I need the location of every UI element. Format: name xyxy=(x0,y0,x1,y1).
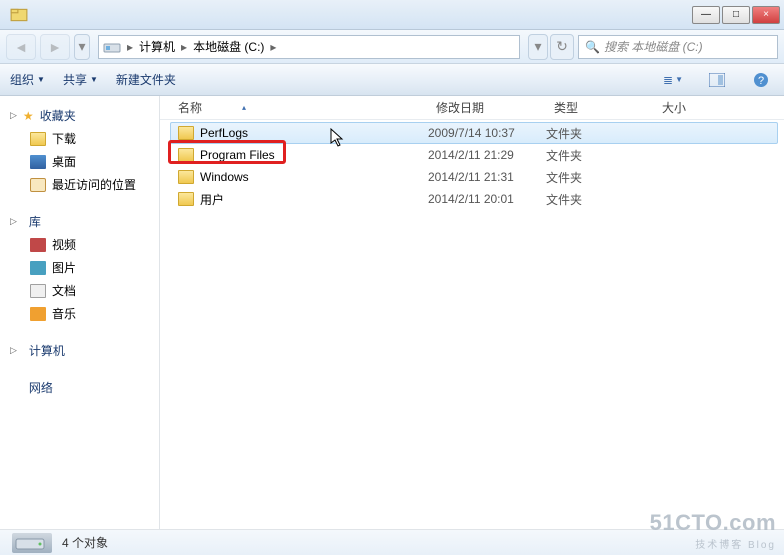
file-row-perflogs[interactable]: PerfLogs 2009/7/14 10:37 文件夹 xyxy=(170,122,778,144)
folder-icon xyxy=(178,126,194,140)
svg-text:?: ? xyxy=(758,75,764,87)
address-dropdown[interactable]: ▾ xyxy=(528,34,548,60)
help-icon: ? xyxy=(753,72,769,88)
folder-icon xyxy=(178,170,194,184)
navigation-bar: ◄ ► ▾ ▸ 计算机 ▸ 本地磁盘 (C:) ▸ ▾ ↻ 🔍 搜索 本地磁盘 … xyxy=(0,30,784,64)
star-icon: ★ xyxy=(23,109,34,123)
minimize-button[interactable]: — xyxy=(692,6,720,24)
refresh-button[interactable]: ↻ xyxy=(550,34,574,60)
help-button[interactable]: ? xyxy=(748,69,774,91)
status-count: 4 个对象 xyxy=(62,534,108,551)
new-folder-button[interactable]: 新建文件夹 xyxy=(116,71,176,88)
folder-icon xyxy=(30,132,46,146)
preview-pane-button[interactable] xyxy=(704,69,730,91)
column-header-name[interactable]: 名称▴ xyxy=(170,99,428,116)
folder-icon xyxy=(178,192,194,206)
maximize-button[interactable]: □ xyxy=(722,6,750,24)
toolbar: 组织▼ 共享▼ 新建文件夹 ≣▼ ? xyxy=(0,64,784,96)
expand-arrow-icon: ▷ xyxy=(10,110,17,121)
expand-arrow-icon: ▷ xyxy=(10,345,17,356)
sidebar-library[interactable]: ▷ 库 xyxy=(4,210,155,233)
column-header-date[interactable]: 修改日期 xyxy=(428,99,546,116)
search-input[interactable]: 🔍 搜索 本地磁盘 (C:) xyxy=(578,35,778,59)
drive-icon xyxy=(12,533,52,553)
breadcrumb-sep: ▸ xyxy=(125,40,135,54)
breadcrumb-sep: ▸ xyxy=(268,40,278,54)
navigation-pane: ▷ ★ 收藏夹 下载 桌面 最近访问的位置 ▷ 库 视频 图片 文档 音乐 ▷ … xyxy=(0,96,160,529)
back-button[interactable]: ◄ xyxy=(6,34,36,60)
forward-button[interactable]: ► xyxy=(40,34,70,60)
expand-arrow-icon: ▷ xyxy=(10,216,17,227)
explorer-icon xyxy=(10,6,28,24)
file-row-windows[interactable]: Windows 2014/2/11 21:31 文件夹 xyxy=(160,166,784,188)
sidebar-item-video[interactable]: 视频 xyxy=(4,233,155,256)
sidebar-item-pictures[interactable]: 图片 xyxy=(4,256,155,279)
sort-arrow-icon: ▴ xyxy=(242,103,246,112)
desktop-icon xyxy=(30,155,46,169)
documents-icon xyxy=(30,284,46,298)
status-bar: 4 个对象 xyxy=(0,529,784,555)
breadcrumb-sep: ▸ xyxy=(179,40,189,54)
drive-icon xyxy=(103,40,121,54)
sidebar-favorites[interactable]: ▷ ★ 收藏夹 xyxy=(4,104,155,127)
preview-icon xyxy=(709,73,725,87)
column-headers: 名称▴ 修改日期 类型 大小 xyxy=(160,96,784,120)
sidebar-item-recent[interactable]: 最近访问的位置 xyxy=(4,173,155,196)
sidebar-item-music[interactable]: 音乐 xyxy=(4,302,155,325)
search-placeholder: 搜索 本地磁盘 (C:) xyxy=(604,38,703,55)
close-button[interactable]: × xyxy=(752,6,780,24)
folder-icon xyxy=(178,148,194,162)
column-header-type[interactable]: 类型 xyxy=(546,99,654,116)
sidebar-item-desktop[interactable]: 桌面 xyxy=(4,150,155,173)
sidebar-computer[interactable]: ▷ 计算机 xyxy=(4,339,155,362)
music-icon xyxy=(30,307,46,321)
share-menu[interactable]: 共享▼ xyxy=(63,71,98,88)
sidebar-item-documents[interactable]: 文档 xyxy=(4,279,155,302)
file-list[interactable]: PerfLogs 2009/7/14 10:37 文件夹 Program Fil… xyxy=(160,120,784,529)
file-list-area: 名称▴ 修改日期 类型 大小 PerfLogs 2009/7/14 10:37 … xyxy=(160,96,784,529)
sidebar-item-downloads[interactable]: 下载 xyxy=(4,127,155,150)
breadcrumb-computer[interactable]: 计算机 xyxy=(135,38,179,55)
title-bar: — □ × xyxy=(0,0,784,30)
view-options-button[interactable]: ≣▼ xyxy=(660,69,686,91)
column-header-size[interactable]: 大小 xyxy=(654,99,734,116)
breadcrumb-drive-c[interactable]: 本地磁盘 (C:) xyxy=(189,38,268,55)
history-dropdown[interactable]: ▾ xyxy=(74,34,90,60)
file-row-program-files[interactable]: Program Files 2014/2/11 21:29 文件夹 xyxy=(160,144,784,166)
recent-icon xyxy=(30,178,46,192)
search-icon: 🔍 xyxy=(585,40,600,54)
sidebar-network[interactable]: ▷ 网络 xyxy=(4,376,155,399)
pictures-icon xyxy=(30,261,46,275)
organize-menu[interactable]: 组织▼ xyxy=(10,71,45,88)
address-bar[interactable]: ▸ 计算机 ▸ 本地磁盘 (C:) ▸ xyxy=(98,35,520,59)
video-icon xyxy=(30,238,46,252)
file-row-users[interactable]: 用户 2014/2/11 20:01 文件夹 xyxy=(160,188,784,210)
content-area: ▷ ★ 收藏夹 下载 桌面 最近访问的位置 ▷ 库 视频 图片 文档 音乐 ▷ … xyxy=(0,96,784,529)
